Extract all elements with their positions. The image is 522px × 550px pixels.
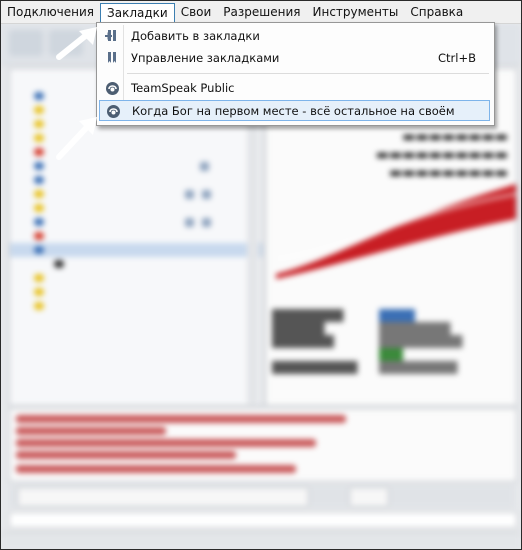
chat-tab[interactable] <box>349 487 389 507</box>
tree-row[interactable] <box>10 187 262 201</box>
menu-tools[interactable]: Инструменты <box>307 2 405 22</box>
connect-toolbar-button[interactable] <box>9 30 43 56</box>
chat-input[interactable] <box>9 512 517 528</box>
status-bar <box>1 532 521 549</box>
teamspeak-icon <box>107 105 120 118</box>
menu-bookmarks[interactable]: Закладки <box>100 2 175 23</box>
manage-bookmarks-shortcut: Ctrl+B <box>438 51 476 65</box>
teamspeak-icon <box>106 82 119 95</box>
menu-help[interactable]: Справка <box>404 2 469 22</box>
tree-row-selected[interactable] <box>10 243 262 257</box>
tree-row[interactable] <box>10 173 262 187</box>
annotation-arrow-icon <box>56 27 97 60</box>
bookmark-label: Когда Бог на первом месте - всё остально… <box>132 104 455 118</box>
add-bookmark-item[interactable]: Добавить в закладки <box>99 26 490 47</box>
tree-row[interactable] <box>10 201 262 215</box>
bookmark-label: TeamSpeak Public <box>131 81 235 95</box>
menu-bar: Подключения Закладки Свои Разрешения Инс… <box>1 1 521 24</box>
bookmark-teamspeak-public[interactable]: TeamSpeak Public <box>99 78 490 99</box>
tree-row[interactable] <box>10 215 262 229</box>
add-bookmark-label: Добавить в закладки <box>131 29 260 43</box>
chat-tabs <box>9 484 515 508</box>
menu-separator <box>127 73 489 74</box>
manage-bookmarks-icon <box>108 52 116 63</box>
manage-bookmarks-item[interactable]: Управление закладками Ctrl+B <box>99 48 490 69</box>
tree-row[interactable] <box>10 229 262 243</box>
properties-list <box>272 309 510 374</box>
menu-connections[interactable]: Подключения <box>1 2 100 22</box>
manage-bookmarks-label: Управление закладками <box>131 51 280 65</box>
banner-image <box>276 184 516 279</box>
tree-row[interactable] <box>10 131 262 145</box>
bookmarks-dropdown: Добавить в закладки Управление закладкам… <box>96 22 495 126</box>
tree-row[interactable] <box>10 145 262 159</box>
chat-log <box>9 408 517 482</box>
tree-row[interactable] <box>10 271 262 285</box>
menu-permissions[interactable]: Разрешения <box>217 2 306 22</box>
chat-tab[interactable] <box>17 487 309 507</box>
annotation-arrow-icon <box>56 117 97 160</box>
add-bookmark-icon <box>105 30 116 41</box>
info-text-line: ▬▬▬▬▬▬▬▬▬▬ <box>375 147 508 163</box>
tree-row[interactable] <box>10 257 262 271</box>
tree-row[interactable] <box>10 285 262 299</box>
app-window: ▬▬▬▬▬▬▬▬ ▬▬▬▬▬▬▬▬▬▬ ▬▬▬▬▬▬▬▬▬ Подключени… <box>0 0 522 550</box>
tree-row[interactable] <box>10 299 262 313</box>
info-text-line: ▬▬▬▬▬▬▬▬ <box>402 129 508 145</box>
bookmark-kogda-bog[interactable]: Когда Бог на первом месте - всё остально… <box>99 100 490 121</box>
menu-self[interactable]: Свои <box>175 2 218 22</box>
tree-row[interactable] <box>10 159 262 173</box>
